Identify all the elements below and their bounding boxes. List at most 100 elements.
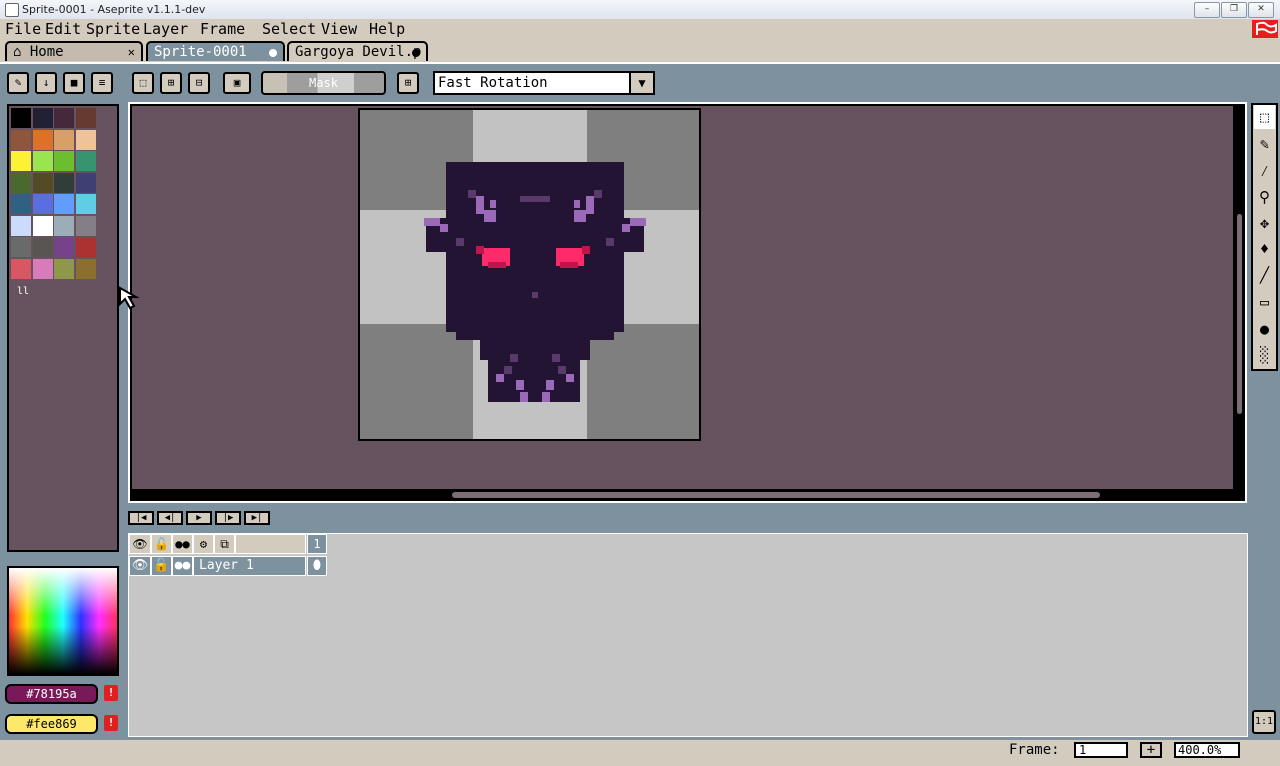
horizontal-scrollbar[interactable] [452,492,1100,498]
palette-swatch[interactable] [32,172,53,193]
palette-sort-icon[interactable]: ↓ [35,72,57,94]
visibility-header-icon[interactable]: 👁 [129,534,151,554]
palette-swatch[interactable] [32,129,53,150]
chevron-down-icon[interactable]: ▼ [629,73,653,93]
palette-swatch[interactable] [32,215,53,236]
paint-bucket-icon[interactable]: ♦ [1254,237,1275,261]
background-color-button[interactable]: #fee869 [5,714,98,734]
first-frame-icon[interactable]: |◀ [128,511,154,525]
palette-swatch[interactable] [32,258,53,279]
previous-frame-icon[interactable]: ◀| [157,511,183,525]
rectangle-icon[interactable]: ▭ [1254,290,1275,314]
palette-swatch[interactable] [75,108,96,128]
play-icon[interactable]: ▶ [186,511,212,525]
layer-name[interactable]: Layer 1 [193,556,306,576]
onion-skin-icon[interactable]: ●● [172,534,193,554]
frame-input[interactable]: 1 [1074,742,1128,758]
zoom-icon[interactable]: ⚲ [1254,185,1275,209]
color-spectrum[interactable] [7,566,119,676]
palette-swatch[interactable] [11,172,31,193]
menu-layer[interactable]: Layer [143,20,188,38]
transparent-mode-icon[interactable]: ▣ [223,72,251,94]
palette-swatch[interactable] [75,194,96,214]
sprite-canvas[interactable] [358,108,701,441]
move-icon[interactable]: ✥ [1254,211,1275,235]
link-cels-icon[interactable]: ⧉ [214,534,235,554]
vertical-scrollbar[interactable] [1237,214,1242,414]
palette-swatch[interactable] [75,151,96,171]
palette-swatch[interactable] [54,215,74,236]
palette-edit-icon[interactable]: ✎ [7,72,29,94]
palette-swatch[interactable] [54,129,74,150]
palette-swatch[interactable] [32,151,53,171]
palette-swatch[interactable] [75,172,96,193]
palette-swatch[interactable] [11,129,31,150]
sprite-editor[interactable] [128,102,1247,503]
reset-zoom-button[interactable]: 1:1 [1252,710,1276,734]
palette-swatch[interactable] [32,237,53,257]
selection-add-icon[interactable]: ⊞ [160,72,182,94]
palette-swatch[interactable] [54,172,74,193]
bg-warning-icon[interactable]: ! [104,715,118,731]
palette-options-icon[interactable]: ≡ [91,72,113,94]
palette-swatch[interactable] [11,108,31,128]
mask-color-button[interactable]: Mask [261,71,386,95]
palette-swatch[interactable] [54,194,74,214]
rotation-algorithm-select[interactable]: Fast Rotation ▼ [433,71,655,95]
menu-file[interactable]: File [5,20,41,38]
layer-continuous-icon[interactable]: ●● [172,556,193,576]
pivot-icon[interactable]: ⊞ [397,72,419,94]
frame-header[interactable]: 1 [307,534,327,554]
layer-lock-icon[interactable]: 🔓 [151,556,172,576]
palette-swatch[interactable] [11,215,31,236]
add-frame-button[interactable]: + [1140,742,1162,758]
line-icon[interactable]: ╱ [1254,263,1275,287]
maximize-button[interactable]: ❐ [1221,2,1247,18]
menu-frame[interactable]: Frame [200,20,245,38]
palette-swatch[interactable] [75,215,96,236]
menu-select[interactable]: Select [262,20,316,38]
palette-swatch[interactable] [11,237,31,257]
palette-resize-grip-icon[interactable]: ll [17,286,29,297]
palette-swatch[interactable] [11,194,31,214]
cel-keyframe-icon[interactable]: ⬮ [307,556,327,576]
palette-swatch[interactable] [75,258,96,279]
tab-home[interactable]: ⌂ Home ✕ [5,41,143,61]
palette-swatch[interactable] [54,237,74,257]
palette-swatch[interactable] [54,258,74,279]
lock-header-icon[interactable]: 🔓 [151,534,172,554]
layer-visibility-icon[interactable]: 👁 [129,556,151,576]
palette-presets-icon[interactable]: ■ [63,72,85,94]
palette-swatch[interactable] [54,151,74,171]
next-frame-icon[interactable]: |▶ [215,511,241,525]
palette-swatch[interactable] [75,129,96,150]
palette-swatch[interactable] [75,237,96,257]
selection-replace-icon[interactable]: ⬚ [132,72,154,94]
palette-swatch[interactable] [32,108,53,128]
timeline-settings-icon[interactable]: ⚙ [193,534,214,554]
tab-gargoya-devil[interactable]: Gargoya Devil.p [287,41,428,61]
fg-warning-icon[interactable]: ! [104,685,118,701]
tab-sprite-label: Sprite-0001 [154,44,247,60]
close-window-button[interactable]: ✕ [1248,2,1274,18]
menu-help[interactable]: Help [369,20,405,38]
minimize-button[interactable]: – [1194,2,1220,18]
last-frame-icon[interactable]: ▶| [244,511,270,525]
rectangular-marquee-icon[interactable]: ⬚ [1254,105,1275,129]
tab-sprite-0001[interactable]: Sprite-0001 [146,41,285,61]
blur-icon[interactable]: ░ [1254,343,1275,367]
menu-view[interactable]: View [321,20,357,38]
foreground-color-button[interactable]: #78195a [5,684,98,704]
contour-icon[interactable]: ● [1254,317,1275,341]
pencil-icon[interactable]: ✎ [1254,132,1275,156]
eyedropper-icon[interactable]: ⁄ [1254,159,1275,183]
zoom-input[interactable]: 400.0% [1174,742,1240,758]
palette-swatch[interactable] [54,108,74,128]
close-tab-icon[interactable]: ✕ [128,43,135,61]
menu-sprite[interactable]: Sprite [86,20,140,38]
palette-swatch[interactable] [32,194,53,214]
palette-swatch[interactable] [11,151,31,171]
palette-swatch[interactable] [11,258,31,279]
selection-subtract-icon[interactable]: ⊟ [188,72,210,94]
menu-edit[interactable]: Edit [45,20,81,38]
